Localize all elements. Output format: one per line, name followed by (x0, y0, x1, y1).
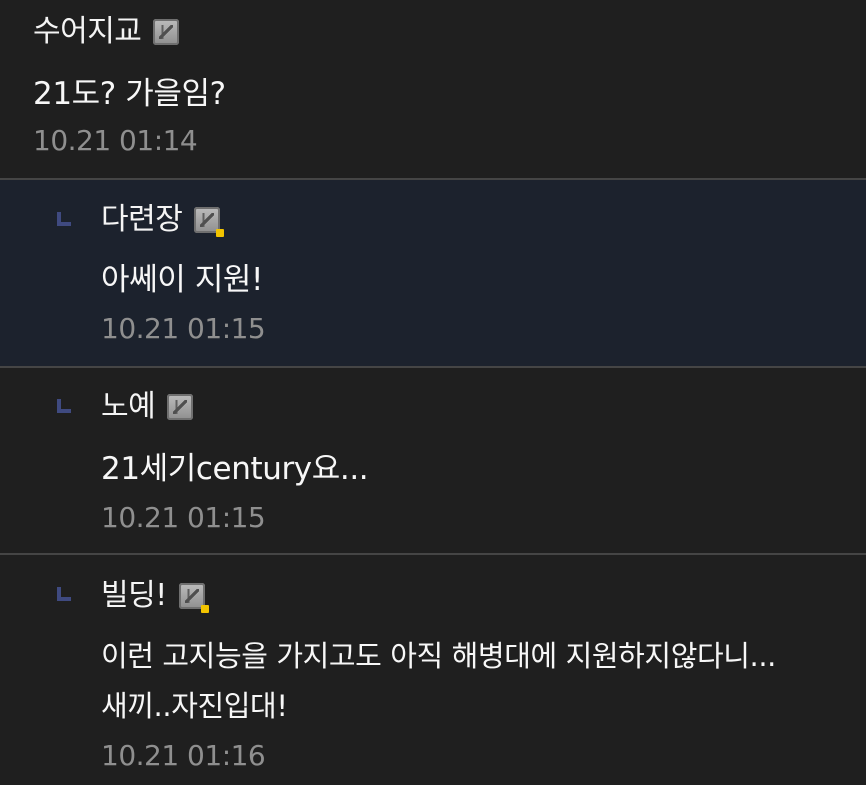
reply-item: 빌딩! 이런 고지능을 가지고도 아직 해병대에 지원하지않다니... 새끼..… (0, 555, 866, 785)
reply-author[interactable]: 노예 (101, 389, 156, 425)
reply-arrow-icon (57, 212, 71, 226)
user-level-icon (167, 394, 194, 420)
reply-author[interactable]: 다련장 (101, 202, 183, 238)
reply-text-line: 아쎄이 지원! (101, 262, 264, 298)
reply-author-row: 빌딩! (101, 578, 209, 614)
reply-timestamp: 10.21 01:15 (101, 501, 266, 534)
comment-timestamp: 10.21 01:14 (33, 124, 198, 157)
comment-list: 수어지교 21도? 가을임? 10.21 01:14 다련장 아쎄이 지원! 1… (0, 0, 866, 785)
comment-item: 수어지교 21도? 가을임? 10.21 01:14 (0, 0, 866, 178)
user-level-icon-badge (194, 207, 225, 237)
reply-text-line: 새끼..자진입대! (101, 689, 288, 723)
user-level-icon (153, 19, 180, 45)
reply-arrow-icon (57, 587, 71, 601)
reply-timestamp: 10.21 01:15 (101, 312, 266, 345)
reply-text-line: 이런 고지능을 가지고도 아직 해병대에 지원하지않다니... (101, 639, 776, 673)
reply-text-line: 21세기century요... (101, 451, 369, 487)
reply-item: 다련장 아쎄이 지원! 10.21 01:15 (0, 180, 866, 366)
comment-author[interactable]: 수어지교 (33, 14, 142, 50)
reply-author-row: 노예 (101, 389, 194, 425)
reply-body: 21세기century요... (101, 449, 369, 489)
reply-author[interactable]: 빌딩! (101, 578, 167, 614)
comment-body: 21도? 가을임? (33, 74, 226, 114)
reply-timestamp: 10.21 01:16 (101, 739, 266, 772)
reply-arrow-icon (57, 399, 71, 413)
reply-body: 이런 고지능을 가지고도 아직 해병대에 지원하지않다니... 새끼..자진입대… (101, 636, 776, 726)
comment-author-row: 수어지교 (33, 14, 180, 50)
reply-author-row: 다련장 (101, 202, 225, 238)
comment-text-line: 21도? 가을임? (33, 76, 226, 112)
reply-body: 아쎄이 지원! (101, 260, 263, 300)
reply-item: 노예 21세기century요... 10.21 01:15 (0, 368, 866, 554)
user-level-icon-badge (178, 583, 209, 613)
